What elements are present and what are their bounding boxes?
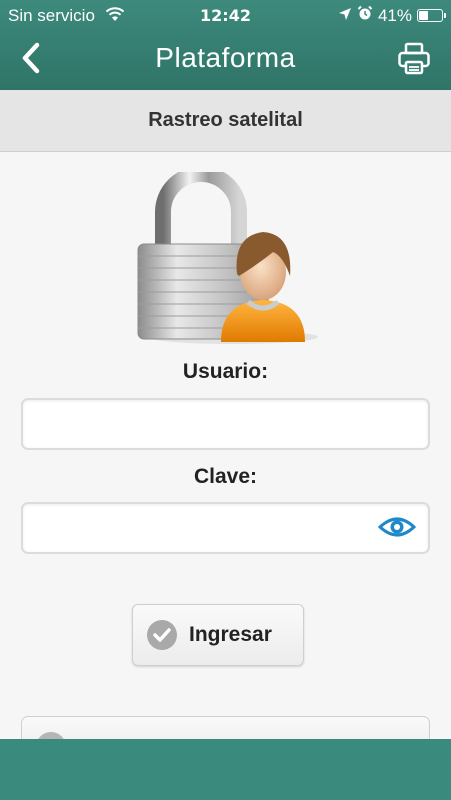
alarm-icon xyxy=(357,5,373,26)
printer-icon xyxy=(397,42,431,80)
password-label: Clave: xyxy=(193,465,258,488)
password-input[interactable] xyxy=(21,502,430,554)
app-header: Sin servicio 12:42 41% Plataforma xyxy=(0,0,451,90)
section-title: Rastreo satelital xyxy=(0,90,451,152)
print-button[interactable] xyxy=(397,42,431,76)
username-input[interactable] xyxy=(21,398,430,450)
login-button[interactable]: Ingresar xyxy=(132,604,304,666)
eye-icon xyxy=(377,517,417,545)
location-arrow-icon xyxy=(338,6,352,26)
login-button-label: Ingresar xyxy=(189,623,272,646)
status-bar: Sin servicio 12:42 41% xyxy=(0,0,451,30)
check-icon xyxy=(147,620,177,650)
battery-percent: 41% xyxy=(377,5,412,25)
battery-fill xyxy=(419,11,428,20)
status-right: 41% xyxy=(338,5,446,26)
show-password-button[interactable] xyxy=(377,513,417,541)
page-title: Plataforma xyxy=(155,42,296,73)
username-label: Usuario: xyxy=(182,360,269,383)
lock-user-icon xyxy=(133,166,318,347)
footer-bar xyxy=(0,739,451,800)
battery-icon xyxy=(417,9,446,22)
nav-bar: Plataforma xyxy=(0,30,451,90)
